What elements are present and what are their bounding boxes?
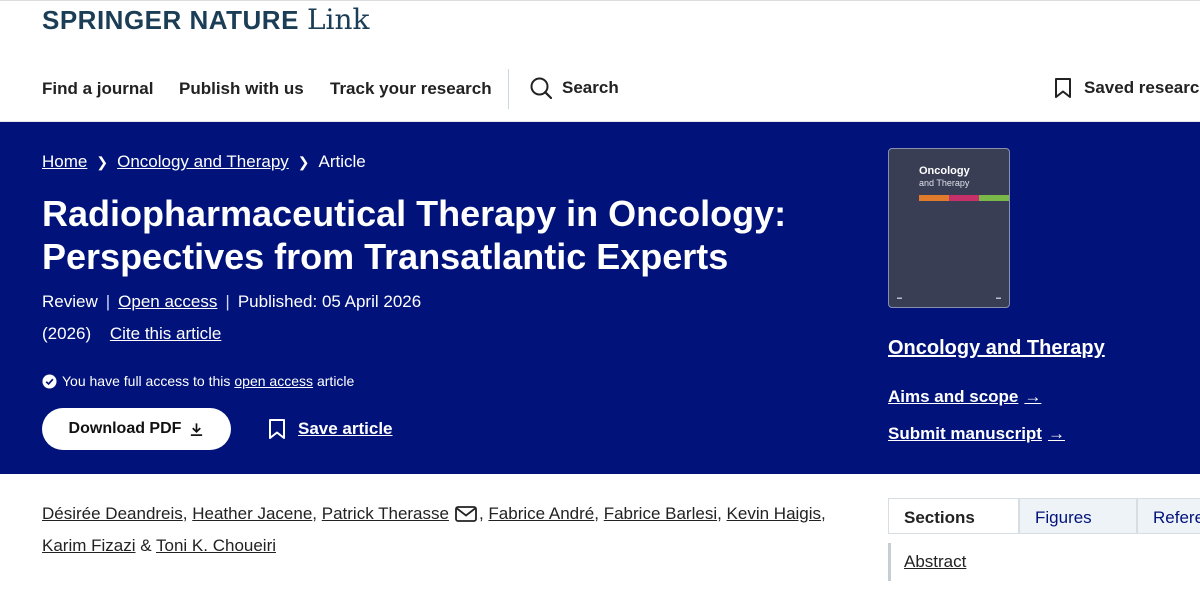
cover-stripe bbox=[979, 195, 1009, 201]
sidebar-item-abstract: Abstract bbox=[888, 543, 966, 581]
aims-scope-link[interactable]: Aims and scope → bbox=[888, 387, 1041, 407]
cover-stripes bbox=[919, 195, 1009, 201]
breadcrumb: Home ❯ Oncology and Therapy ❯ Article bbox=[42, 152, 366, 172]
author-link[interactable]: Fabrice André bbox=[488, 504, 594, 523]
article-citation-row: (2026) Cite this article bbox=[42, 324, 221, 344]
author-list: Désirée Deandreis, Heather Jacene, Patri… bbox=[42, 504, 826, 555]
open-access-link[interactable]: Open access bbox=[118, 292, 217, 312]
access-open-access-link[interactable]: open access bbox=[234, 373, 313, 389]
arrow-right-icon: → bbox=[1024, 387, 1042, 406]
author-link[interactable]: Toni K. Choueiri bbox=[156, 536, 276, 555]
tab-underline bbox=[888, 533, 1200, 534]
tab-figures[interactable]: Figures bbox=[1019, 498, 1137, 534]
author-link[interactable]: Patrick Therasse bbox=[322, 504, 449, 523]
breadcrumb-home[interactable]: Home bbox=[42, 152, 87, 172]
nav-saved-research[interactable]: Saved research bbox=[1054, 77, 1200, 99]
author-link[interactable]: Karim Fizazi bbox=[42, 536, 136, 555]
cover-publisher-mark: ▬ bbox=[996, 295, 1001, 301]
save-article-label: Save article bbox=[298, 419, 393, 438]
nav-publish[interactable]: Publish with us bbox=[179, 79, 304, 99]
tab-sections[interactable]: Sections bbox=[888, 498, 1019, 534]
save-article-button[interactable]: Save article bbox=[268, 418, 393, 440]
tab-references[interactable]: References bbox=[1137, 498, 1200, 534]
nav-divider bbox=[508, 69, 509, 109]
author-link[interactable]: Heather Jacene bbox=[192, 504, 312, 523]
breadcrumb-current: Article bbox=[318, 152, 366, 171]
article-type: Review bbox=[42, 292, 98, 311]
cover-footer-mark: ▬ bbox=[897, 295, 902, 301]
search-icon bbox=[530, 77, 552, 99]
download-icon bbox=[191, 422, 203, 436]
cover-title-line1: Oncology bbox=[919, 165, 970, 177]
cite-article-link[interactable]: Cite this article bbox=[110, 324, 221, 343]
sidebar-tabs: Sections Figures References bbox=[888, 498, 1200, 534]
cover-title-line2: and Therapy bbox=[919, 178, 970, 188]
meta-divider: | bbox=[105, 292, 111, 311]
download-pdf-label: Download PDF bbox=[68, 420, 182, 437]
journal-name-link[interactable]: Oncology and Therapy bbox=[888, 337, 1105, 360]
meta-divider: | bbox=[225, 292, 230, 311]
access-text-prefix: You have full access to this bbox=[62, 373, 231, 389]
nav-search-label: Search bbox=[562, 78, 619, 97]
aims-scope-label: Aims and scope bbox=[888, 387, 1019, 406]
main-nav: Find a journal Publish with us Track you… bbox=[0, 57, 1200, 122]
springer-nature-link-logo[interactable]: SPRINGER NATURE Link bbox=[42, 3, 370, 36]
cover-stripe bbox=[949, 195, 979, 201]
check-circle-icon bbox=[42, 373, 57, 389]
published-date: Published: 05 April 2026 bbox=[237, 292, 422, 311]
sidebar-abstract-link[interactable]: Abstract bbox=[904, 552, 966, 571]
cover-stripe bbox=[919, 195, 949, 201]
breadcrumb-journal[interactable]: Oncology and Therapy bbox=[117, 152, 289, 172]
submit-manuscript-label: Submit manuscript bbox=[888, 424, 1042, 443]
brand-name: SPRINGER NATURE bbox=[42, 5, 299, 35]
author-separator: & bbox=[140, 536, 152, 555]
article-hero: Home ❯ Oncology and Therapy ❯ Article Ra… bbox=[0, 122, 1200, 474]
chevron-right-icon: ❯ bbox=[96, 153, 109, 170]
nav-saved-label: Saved research bbox=[1084, 78, 1200, 97]
bookmark-icon bbox=[269, 419, 285, 439]
nav-search-button[interactable]: Search bbox=[530, 77, 619, 99]
chevron-right-icon: ❯ bbox=[297, 153, 310, 170]
bookmark-icon bbox=[1055, 78, 1071, 98]
access-text-suffix: article bbox=[316, 373, 355, 389]
nav-track-research[interactable]: Track your research bbox=[330, 79, 492, 99]
mail-icon[interactable] bbox=[455, 506, 477, 522]
brand-product: Link bbox=[306, 3, 370, 36]
author-link[interactable]: Kevin Haigis bbox=[727, 504, 822, 523]
author-link[interactable]: Désirée Deandreis bbox=[42, 504, 183, 523]
author-link[interactable]: Fabrice Barlesi bbox=[604, 504, 717, 523]
access-notice: You have full access to this open access… bbox=[42, 373, 354, 389]
article-meta: Review | Open access | Published: 05 Apr… bbox=[42, 292, 421, 312]
article-year: (2026) bbox=[42, 324, 92, 343]
article-title: Radiopharmaceutical Therapy in Oncology:… bbox=[42, 193, 787, 277]
brand-bar: SPRINGER NATURE Link bbox=[0, 0, 1200, 58]
journal-cover[interactable]: Oncology and Therapy ▬ ▬ bbox=[888, 148, 1010, 308]
nav-find-journal[interactable]: Find a journal bbox=[42, 79, 153, 99]
download-pdf-button[interactable]: Download PDF bbox=[42, 408, 231, 450]
arrow-right-icon: → bbox=[1047, 424, 1065, 443]
submit-manuscript-link[interactable]: Submit manuscript → bbox=[888, 424, 1065, 444]
